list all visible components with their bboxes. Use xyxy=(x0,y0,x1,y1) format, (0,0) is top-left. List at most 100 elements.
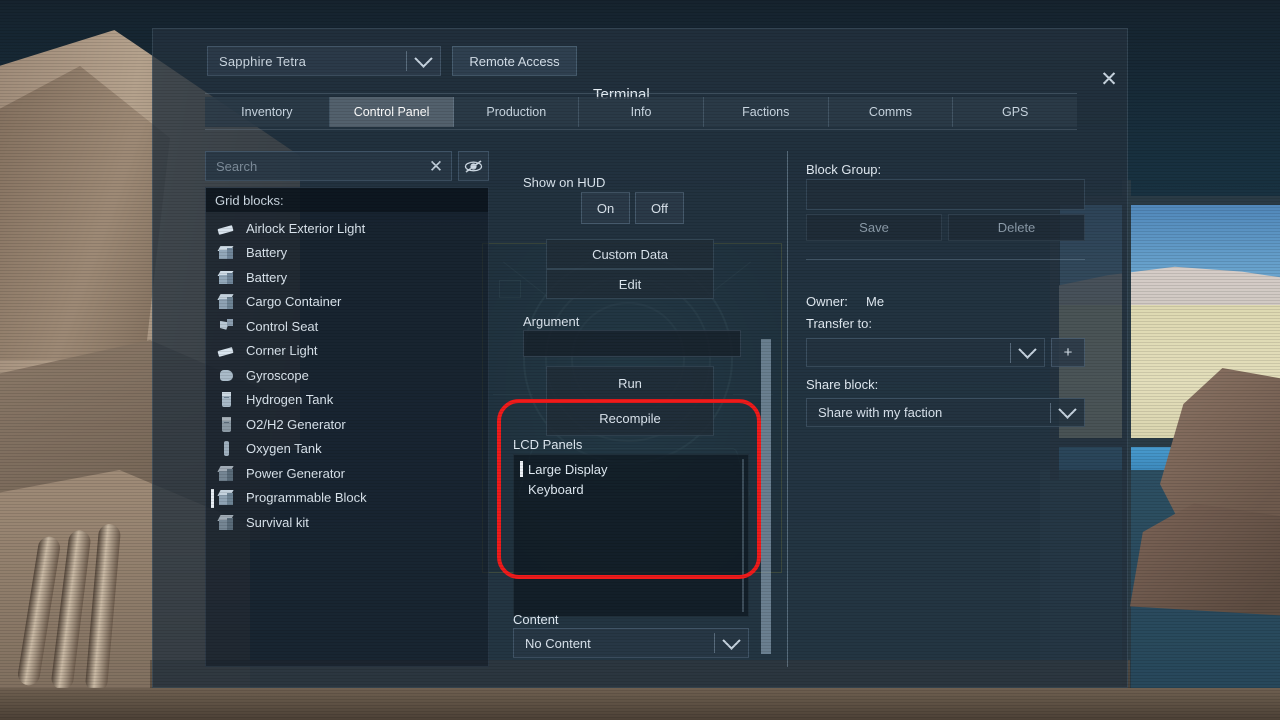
transfer-add-button[interactable]: + xyxy=(1051,338,1085,367)
cube-icon xyxy=(217,488,236,507)
list-item[interactable]: Hydrogen Tank xyxy=(206,388,488,413)
hud-on-button[interactable]: On xyxy=(581,192,630,224)
cube-icon xyxy=(217,292,236,311)
eye-slash-icon[interactable] xyxy=(458,151,489,181)
argument-input[interactable] xyxy=(523,330,741,357)
content-label: Content xyxy=(513,612,559,627)
grid-blocks-list: Airlock Exterior Light Battery Battery C… xyxy=(206,212,488,535)
list-item-label: Corner Light xyxy=(246,343,318,359)
lcd-list-item-label: Keyboard xyxy=(528,481,584,497)
edit-button[interactable]: Edit xyxy=(546,269,714,299)
properties-scroll-thumb[interactable] xyxy=(761,339,771,654)
list-item-label: Oxygen Tank xyxy=(246,441,322,457)
save-button[interactable]: Save xyxy=(806,214,942,241)
list-item-label: Gyroscope xyxy=(246,367,309,383)
lcd-list-scrollbar[interactable] xyxy=(742,459,744,612)
transfer-to-label: Transfer to: xyxy=(806,316,872,331)
tank-icon xyxy=(217,415,236,434)
list-item[interactable]: Airlock Exterior Light xyxy=(206,216,488,241)
hud-off-button[interactable]: Off xyxy=(635,192,684,224)
list-item-label: Hydrogen Tank xyxy=(246,392,334,408)
remote-access-button[interactable]: Remote Access xyxy=(452,46,577,76)
search-input[interactable]: Search ✕ xyxy=(205,151,452,181)
list-item[interactable]: Battery xyxy=(206,265,488,290)
recompile-button[interactable]: Recompile xyxy=(546,401,714,436)
tab-label: Info xyxy=(630,105,652,119)
close-icon[interactable]: ✕ xyxy=(421,158,451,175)
tab-inventory[interactable]: Inventory xyxy=(205,97,330,127)
lcd-list-item[interactable]: Keyboard xyxy=(514,479,748,499)
tab-label: GPS xyxy=(1001,105,1029,119)
recompile-label: Recompile xyxy=(599,411,661,426)
lcd-list-item-selected[interactable]: Large Display xyxy=(514,459,748,479)
dialog-header: Sapphire Tetra Remote Access Terminal ✕ xyxy=(153,29,1127,103)
screen: Sapphire Tetra Remote Access Terminal ✕ … xyxy=(0,0,1280,720)
lcd-list-item-label: Large Display xyxy=(528,461,608,477)
tab-info[interactable]: Info xyxy=(579,97,704,127)
selection-indicator xyxy=(211,488,214,508)
chevron-down-icon[interactable] xyxy=(1051,400,1084,419)
list-item-label: O2/H2 Generator xyxy=(246,416,346,432)
ship-name-label: Sapphire Tetra xyxy=(219,53,307,69)
selection-indicator xyxy=(520,461,523,477)
list-item[interactable]: Corner Light xyxy=(206,339,488,364)
list-item[interactable]: Survival kit xyxy=(206,510,488,535)
lcd-panels-list: Large Display Keyboard xyxy=(513,454,749,617)
tab-label: Inventory xyxy=(241,105,293,119)
list-item[interactable]: O2/H2 Generator xyxy=(206,412,488,437)
content-select[interactable]: No Content xyxy=(513,628,749,658)
list-item[interactable]: Cargo Container xyxy=(206,290,488,315)
list-item-selected[interactable]: Programmable Block xyxy=(206,486,488,511)
list-item-label: Cargo Container xyxy=(246,294,342,310)
block-group-input[interactable] xyxy=(806,179,1085,210)
share-block-value: Share with my faction xyxy=(818,405,943,420)
custom-data-button[interactable]: Custom Data xyxy=(546,239,714,269)
list-item-label: Control Seat xyxy=(246,318,319,334)
chevron-down-icon[interactable] xyxy=(1011,340,1044,359)
list-item-label: Survival kit xyxy=(246,514,309,530)
chevron-down-icon[interactable] xyxy=(407,48,440,68)
tab-gps[interactable]: GPS xyxy=(953,97,1078,127)
tank-icon xyxy=(217,390,236,409)
tab-divider xyxy=(205,129,1077,130)
tab-comms[interactable]: Comms xyxy=(828,97,954,127)
divider xyxy=(806,259,1085,260)
hud-off-label: Off xyxy=(650,200,669,216)
hud-on-label: On xyxy=(596,200,615,216)
close-icon[interactable]: ✕ xyxy=(1093,63,1125,95)
share-block-label: Share block: xyxy=(806,377,879,392)
block-group-label: Block Group: xyxy=(806,162,882,177)
show-on-hud-label: Show on HUD xyxy=(523,175,606,190)
list-item[interactable]: Control Seat xyxy=(206,314,488,339)
list-item[interactable]: Oxygen Tank xyxy=(206,437,488,462)
list-item[interactable]: Gyroscope xyxy=(206,363,488,388)
list-item-label: Power Generator xyxy=(246,465,345,481)
share-block-select[interactable]: Share with my faction xyxy=(806,398,1085,427)
tab-label: Comms xyxy=(868,105,912,119)
tab-control-panel[interactable]: Control Panel xyxy=(329,97,455,127)
list-item-label: Battery xyxy=(246,269,288,285)
transfer-to-select[interactable] xyxy=(806,338,1045,367)
remote-access-label: Remote Access xyxy=(469,53,560,69)
seat-icon xyxy=(217,317,236,336)
light-icon xyxy=(217,341,236,360)
ship-select[interactable]: Sapphire Tetra xyxy=(207,46,441,76)
battery-icon xyxy=(217,268,236,287)
argument-label: Argument xyxy=(523,314,580,329)
properties-scroll-track[interactable] xyxy=(787,151,788,667)
tab-production[interactable]: Production xyxy=(454,97,580,127)
block-browser: Search ✕ Grid blocks: Airlock Exterior L… xyxy=(205,151,489,667)
delete-button[interactable]: Delete xyxy=(948,214,1085,241)
terminal-dialog: Sapphire Tetra Remote Access Terminal ✕ … xyxy=(152,28,1128,688)
chevron-down-icon[interactable] xyxy=(715,630,748,650)
run-button[interactable]: Run xyxy=(546,366,714,401)
list-item[interactable]: Battery xyxy=(206,241,488,266)
transfer-add-label: + xyxy=(1063,344,1073,361)
custom-data-label: Custom Data xyxy=(592,246,668,262)
eye-slash-glyph xyxy=(464,159,483,173)
tab-factions[interactable]: Factions xyxy=(703,97,829,127)
cube-icon xyxy=(217,513,236,532)
list-item[interactable]: Power Generator xyxy=(206,461,488,486)
lcd-panels-label: LCD Panels xyxy=(513,437,583,452)
save-label: Save xyxy=(859,220,889,235)
